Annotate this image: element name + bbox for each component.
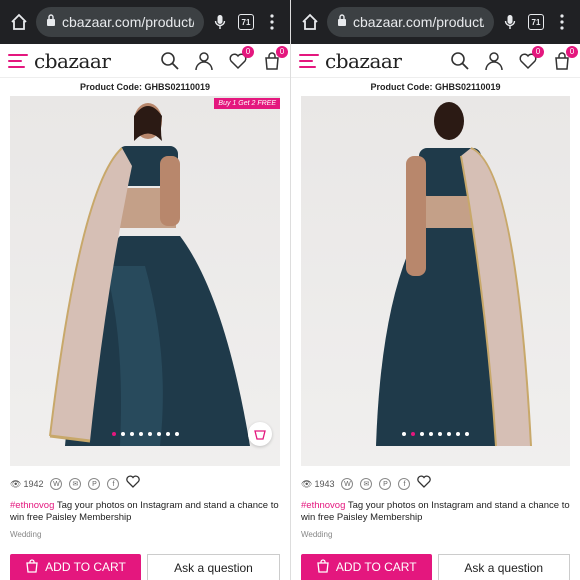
browser-toolbar: cbazaar.com/product/bl 71 bbox=[291, 0, 580, 44]
url-text: cbazaar.com/product/bl bbox=[353, 14, 484, 30]
tab-count: 71 bbox=[238, 14, 254, 30]
hamburger-menu-icon[interactable] bbox=[299, 53, 319, 68]
product-image[interactable]: Buy 1 Get 2 FREE bbox=[10, 96, 280, 466]
category-label: Wedding bbox=[10, 530, 42, 539]
lock-icon bbox=[337, 13, 347, 31]
ask-question-button[interactable]: Ask a question bbox=[147, 554, 280, 580]
cart-badge: 0 bbox=[566, 45, 578, 58]
hamburger-menu-icon[interactable] bbox=[8, 53, 28, 68]
cart-icon[interactable]: 0 bbox=[552, 45, 578, 71]
hashtag-link[interactable]: #ethnovog bbox=[301, 500, 345, 511]
message-icon[interactable]: ✉ bbox=[69, 478, 82, 490]
wishlist-badge: 0 bbox=[532, 45, 544, 58]
lock-icon bbox=[46, 13, 56, 31]
home-icon[interactable] bbox=[8, 11, 30, 33]
site-logo[interactable]: cbazaar bbox=[325, 48, 402, 73]
offer-badge: Buy 1 Get 2 FREE bbox=[214, 98, 280, 109]
action-bar: ADD TO CART Ask a question bbox=[10, 554, 280, 580]
views-count: 👁 1942 bbox=[10, 479, 43, 490]
add-to-cart-button[interactable]: ADD TO CART bbox=[10, 554, 141, 580]
model-figure bbox=[49, 103, 250, 446]
address-bar[interactable]: cbazaar.com/product/bl bbox=[36, 7, 204, 37]
mic-icon[interactable] bbox=[500, 11, 520, 33]
site-header: cbazaar 0 0 bbox=[0, 44, 290, 78]
mic-icon[interactable] bbox=[210, 11, 230, 33]
wishlist-badge: 0 bbox=[242, 45, 254, 58]
pinterest-icon[interactable]: P bbox=[88, 478, 101, 490]
home-icon[interactable] bbox=[299, 11, 321, 33]
whatsapp-icon[interactable]: W bbox=[341, 478, 354, 490]
screen-left: cbazaar.com/product/bl 71 cbazaar 0 0 Pr… bbox=[0, 0, 290, 580]
wishlist-icon[interactable]: 0 bbox=[228, 45, 254, 71]
views-count: 👁 1943 bbox=[301, 479, 334, 490]
heart-icon[interactable] bbox=[126, 475, 141, 493]
views-value: 1942 bbox=[23, 479, 44, 489]
tabs-button[interactable]: 71 bbox=[236, 11, 256, 33]
action-bar: ADD TO CART Ask a question bbox=[301, 554, 570, 580]
facebook-icon[interactable]: f bbox=[398, 478, 411, 490]
instagram-promo: #ethnovog Tag your photos on Instagram a… bbox=[291, 500, 580, 524]
cart-icon[interactable]: 0 bbox=[262, 45, 288, 71]
logo-text: cbazaar bbox=[325, 48, 402, 73]
hashtag-link[interactable]: #ethnovog bbox=[10, 500, 54, 511]
product-code: Product Code: GHBS02110019 bbox=[79, 82, 211, 92]
more-menu-icon[interactable] bbox=[262, 11, 282, 33]
tab-count: 71 bbox=[528, 14, 544, 30]
product-image[interactable] bbox=[301, 96, 570, 466]
url-text: cbazaar.com/product/bl bbox=[62, 14, 194, 30]
logo-text: cbazaar bbox=[34, 48, 111, 73]
add-to-cart-label: ADD TO CART bbox=[335, 560, 417, 574]
heart-icon[interactable] bbox=[417, 475, 432, 493]
whatsapp-icon[interactable]: W bbox=[50, 478, 63, 490]
bag-icon bbox=[316, 558, 330, 576]
add-to-cart-button[interactable]: ADD TO CART bbox=[301, 554, 432, 580]
account-icon[interactable] bbox=[194, 51, 214, 71]
carousel-dots[interactable] bbox=[10, 432, 280, 436]
category-label: Wedding bbox=[301, 530, 333, 539]
screen-right: cbazaar.com/product/bl 71 cbazaar 0 0 Pr… bbox=[290, 0, 580, 580]
facebook-icon[interactable]: f bbox=[107, 478, 120, 490]
message-icon[interactable]: ✉ bbox=[360, 478, 373, 490]
wishlist-icon[interactable]: 0 bbox=[518, 45, 544, 71]
zoom-icon[interactable] bbox=[248, 422, 272, 446]
bag-icon bbox=[25, 558, 39, 576]
tabs-button[interactable]: 71 bbox=[526, 11, 546, 33]
browser-toolbar: cbazaar.com/product/bl 71 bbox=[0, 0, 290, 44]
social-bar: 👁 1942 W ✉ P f bbox=[0, 468, 290, 500]
model-figure bbox=[376, 102, 532, 447]
ask-question-button[interactable]: Ask a question bbox=[437, 554, 570, 580]
search-icon[interactable] bbox=[160, 51, 180, 71]
eye-icon: 👁 bbox=[10, 478, 22, 489]
account-icon[interactable] bbox=[484, 51, 504, 71]
more-menu-icon[interactable] bbox=[552, 11, 572, 33]
add-to-cart-label: ADD TO CART bbox=[45, 560, 126, 574]
site-logo[interactable]: cbazaar bbox=[34, 48, 111, 73]
social-bar: 👁 1943 W ✉ P f bbox=[291, 468, 580, 500]
cart-badge: 0 bbox=[276, 45, 288, 58]
instagram-promo: #ethnovog Tag your photos on Instagram a… bbox=[0, 500, 290, 524]
pinterest-icon[interactable]: P bbox=[379, 478, 392, 490]
carousel-dots[interactable] bbox=[301, 432, 570, 436]
views-value: 1943 bbox=[314, 479, 335, 489]
search-icon[interactable] bbox=[450, 51, 470, 71]
site-header: cbazaar 0 0 bbox=[291, 44, 580, 78]
product-code: Product Code: GHBS02110019 bbox=[370, 82, 501, 92]
address-bar[interactable]: cbazaar.com/product/bl bbox=[327, 7, 494, 37]
eye-icon: 👁 bbox=[301, 478, 313, 489]
